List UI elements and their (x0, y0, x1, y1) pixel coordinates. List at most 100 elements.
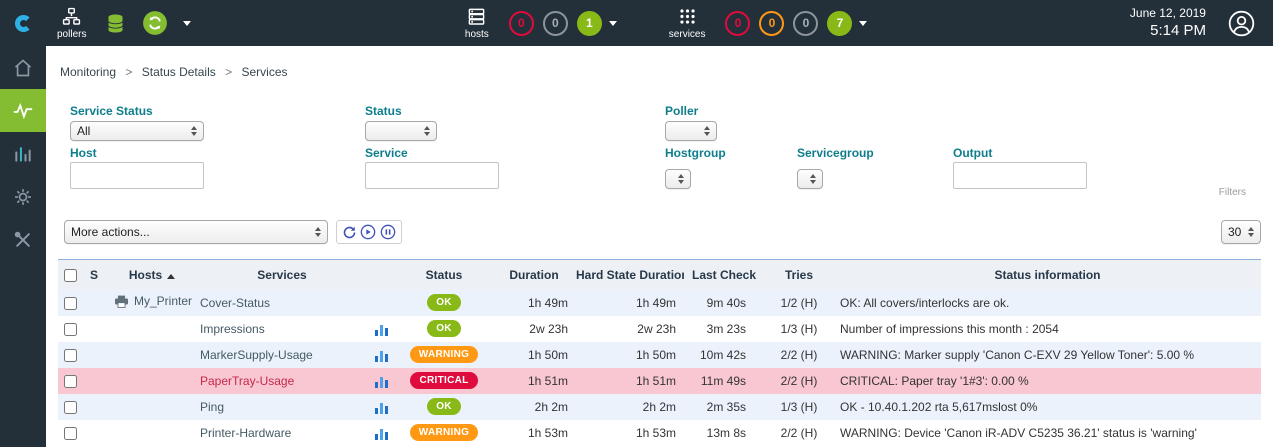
service-link[interactable]: Ping (200, 400, 224, 414)
row-select-checkbox[interactable] (64, 375, 77, 388)
row-select-checkbox[interactable] (64, 297, 77, 310)
service-input[interactable] (365, 162, 499, 189)
service-status-select[interactable]: All (70, 121, 204, 141)
refresh-button[interactable] (342, 225, 357, 240)
sidebar-item-monitoring[interactable] (0, 89, 46, 132)
breadcrumb-status-details[interactable]: Status Details (142, 65, 216, 79)
row-select-checkbox[interactable] (64, 349, 77, 362)
hosts-header-label: Hosts (129, 268, 162, 282)
graph-icon[interactable] (375, 349, 388, 362)
service-link[interactable]: MarkerSupply-Usage (200, 348, 313, 362)
status-badge: OK (427, 320, 461, 337)
status-select[interactable] (365, 121, 437, 141)
hosts-up-badge[interactable]: 1 (577, 11, 602, 36)
pollers-chevron-down-icon[interactable] (183, 21, 191, 26)
current-time: 5:14 PM (1130, 21, 1206, 41)
hosts-unreachable-badge[interactable]: 0 (543, 11, 568, 36)
hosts-status-group: hosts 0 0 1 (454, 7, 624, 40)
services-warning-badge[interactable]: 0 (759, 11, 784, 36)
status-label: Status (365, 104, 402, 118)
col-header-status[interactable]: Status (396, 260, 492, 290)
col-header-services[interactable]: Services (198, 260, 366, 290)
host-input[interactable] (70, 162, 204, 189)
services-ok-badge[interactable]: 7 (827, 11, 852, 36)
col-header-last-check[interactable]: Last Check (684, 260, 764, 290)
poller-status-button[interactable] (142, 10, 168, 36)
service-link[interactable]: Printer-Hardware (200, 426, 291, 440)
last-check-cell: 3m 23s (684, 316, 764, 342)
status-information-cell: WARNING: Device 'Canon iR-ADV C5235 36.2… (834, 420, 1261, 446)
row-select-checkbox[interactable] (64, 427, 77, 440)
hard-state-duration-cell: 1h 50m (576, 342, 684, 368)
col-header-s[interactable]: S (82, 260, 106, 290)
pollers-label: pollers (57, 29, 86, 40)
sync-ok-icon (142, 10, 168, 36)
sidebar-item-administration[interactable] (0, 218, 46, 261)
heartbeat-icon (12, 100, 34, 122)
sidebar-item-reporting[interactable] (0, 132, 46, 175)
status-badge: OK (427, 398, 461, 415)
hosts-chevron-down-icon[interactable] (609, 21, 617, 26)
more-actions-value: More actions... (71, 225, 150, 239)
graph-icon[interactable] (375, 401, 388, 414)
graph-icon[interactable] (375, 323, 388, 336)
more-actions-select[interactable]: More actions... (64, 220, 328, 244)
col-header-tries[interactable]: Tries (764, 260, 834, 290)
service-link[interactable]: PaperTray-Usage (200, 374, 294, 388)
servicegroup-select[interactable] (797, 169, 823, 189)
poller-database-button[interactable] (105, 13, 126, 34)
col-header-status-information[interactable]: Status information (834, 260, 1261, 290)
centreon-logo[interactable] (0, 0, 46, 46)
col-header-hard-state-duration[interactable]: Hard State Duration (576, 260, 684, 290)
graph-icon[interactable] (375, 375, 388, 388)
topbar-services[interactable]: services (658, 7, 717, 40)
service-status-label: Service Status (70, 104, 153, 118)
services-chevron-down-icon[interactable] (859, 21, 867, 26)
tries-cell: 1/3 (H) (764, 394, 834, 420)
status-information-cell: Number of impressions this month : 2054 (834, 316, 1261, 342)
topbar-pollers[interactable]: pollers (46, 7, 97, 40)
status-information-cell: OK - 10.40.1.202 rta 5,617mslost 0% (834, 394, 1261, 420)
hard-state-duration-cell: 1h 49m (576, 290, 684, 316)
play-button[interactable] (360, 224, 376, 240)
service-link[interactable]: Impressions (200, 322, 265, 336)
col-header-hosts[interactable]: Hosts (106, 260, 198, 290)
pause-button[interactable] (380, 224, 396, 240)
user-menu-button[interactable] (1228, 10, 1255, 37)
topbar-hosts[interactable]: hosts (454, 7, 500, 40)
duration-cell: 1h 49m (492, 290, 576, 316)
breadcrumb: Monitoring > Status Details > Services (60, 65, 288, 79)
severity-cell (82, 290, 106, 316)
services-critical-badge[interactable]: 0 (725, 11, 750, 36)
hostgroup-select[interactable] (665, 169, 691, 189)
hosts-down-badge[interactable]: 0 (509, 11, 534, 36)
hostgroup-label: Hostgroup (665, 146, 726, 160)
col-header-duration[interactable]: Duration (492, 260, 576, 290)
output-input[interactable] (953, 162, 1087, 189)
refresh-controls (336, 220, 402, 244)
page-size-select[interactable]: 30 (1221, 220, 1261, 244)
row-select-checkbox[interactable] (64, 323, 77, 336)
main-content: Monitoring > Status Details > Services S… (46, 46, 1273, 447)
duration-cell: 2h 2m (492, 394, 576, 420)
severity-cell (82, 420, 106, 446)
service-link[interactable]: Cover-Status (200, 296, 270, 310)
row-select-checkbox[interactable] (64, 401, 77, 414)
select-all-checkbox[interactable] (64, 269, 77, 282)
poller-select[interactable] (665, 121, 717, 141)
user-icon (1228, 10, 1255, 37)
sidebar-item-configuration[interactable] (0, 175, 46, 218)
graph-icon[interactable] (375, 427, 388, 440)
sidebar-item-home[interactable] (0, 46, 46, 89)
host-link[interactable]: My_Printer (134, 294, 192, 308)
graph-cell (366, 290, 396, 316)
severity-cell (82, 342, 106, 368)
breadcrumb-monitoring[interactable]: Monitoring (60, 65, 116, 79)
table-header-row: S Hosts Services Status Duration Hard St… (58, 260, 1261, 290)
services-unknown-badge[interactable]: 0 (793, 11, 818, 36)
table-row: Impressions OK 2w 23h 2w 23h 3m 23s 1/3 … (58, 316, 1261, 342)
service-label: Service (365, 146, 408, 160)
home-icon (13, 58, 33, 78)
services-status-group: services 0 0 0 7 (658, 7, 875, 40)
status-badge: WARNING (410, 424, 478, 441)
